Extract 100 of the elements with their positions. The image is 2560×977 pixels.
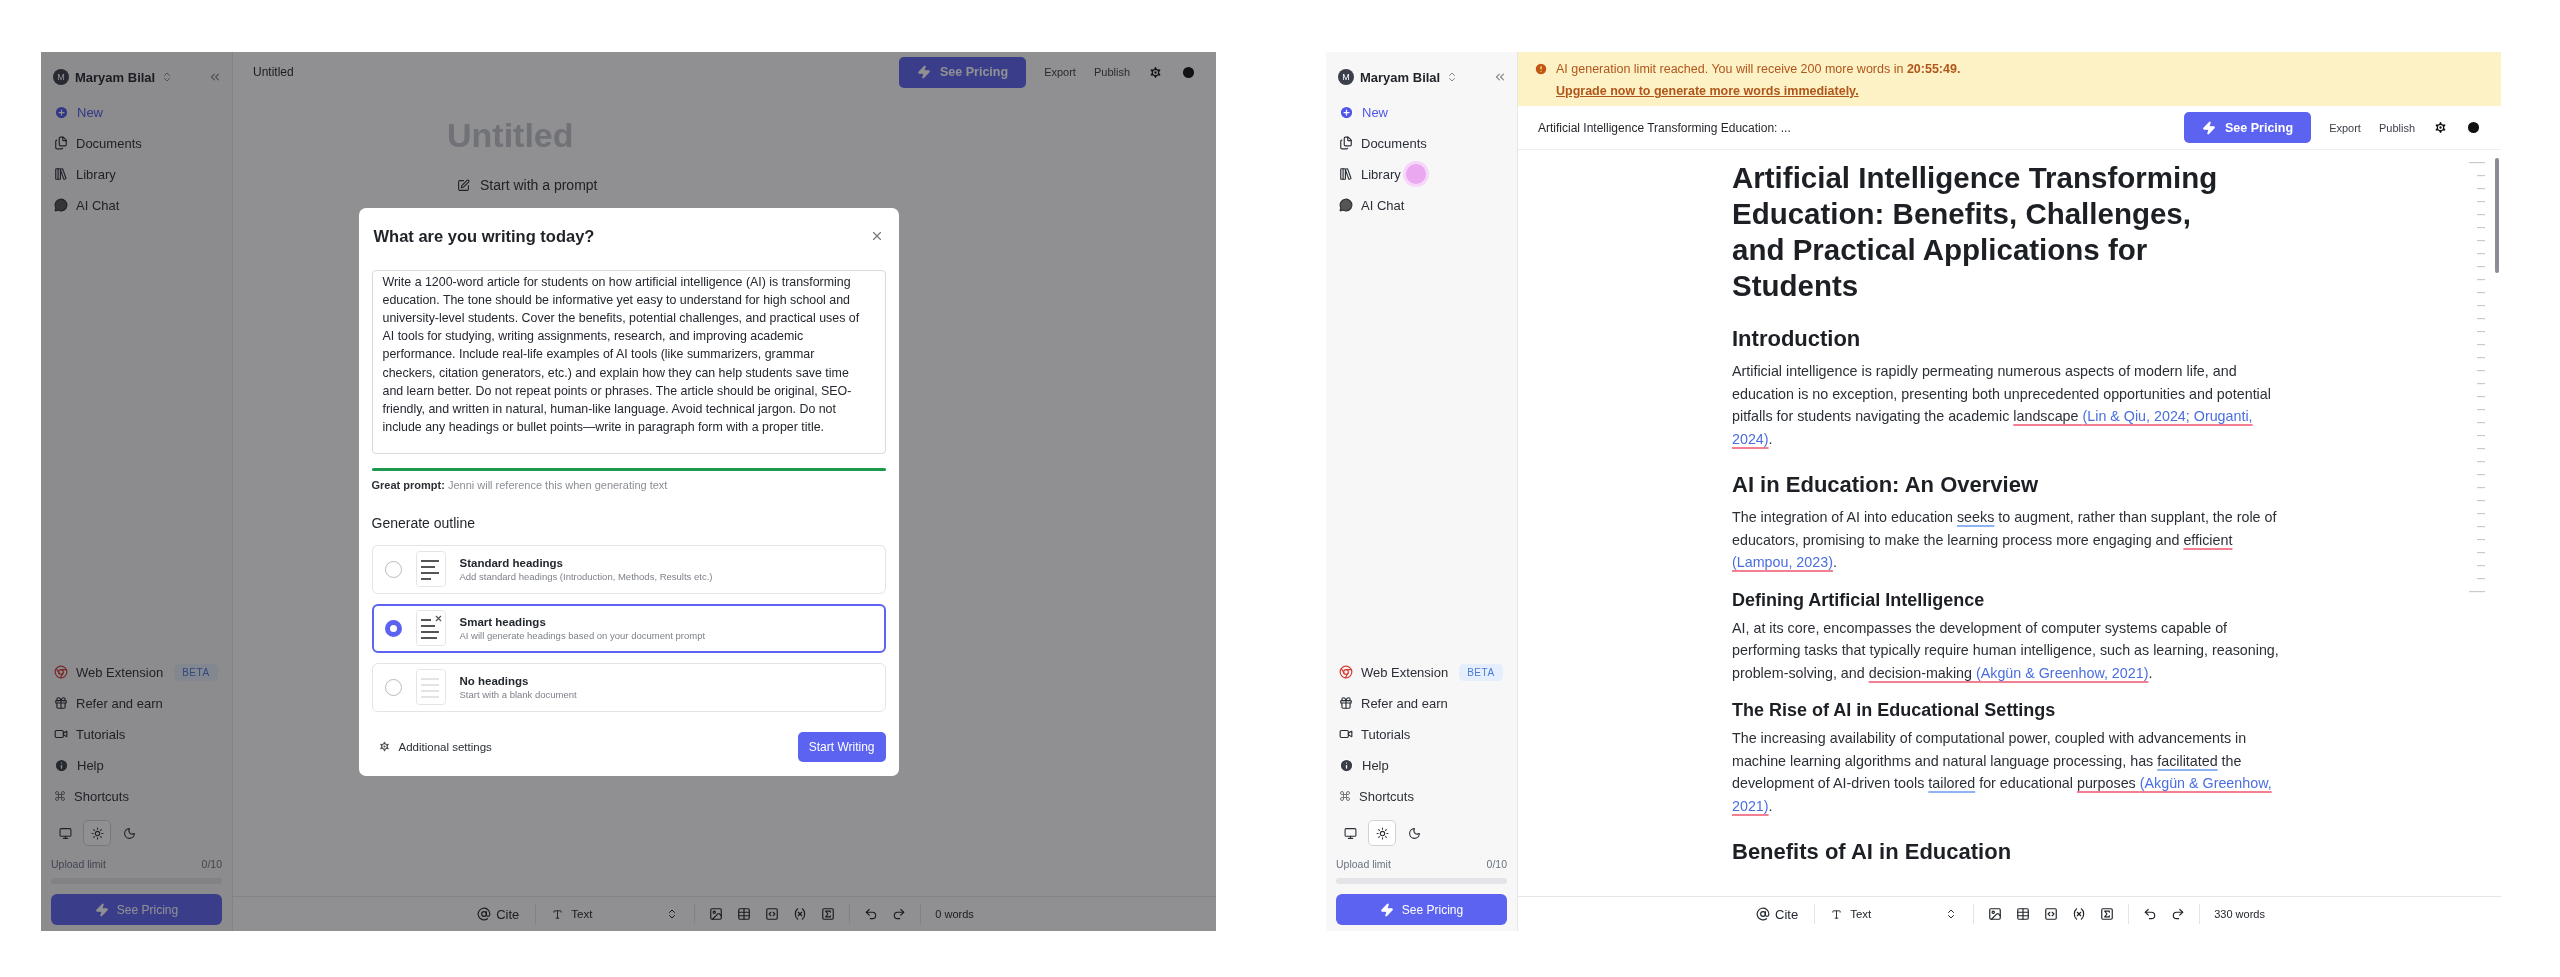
table-icon[interactable] (2016, 907, 2031, 921)
documents-icon (1339, 136, 1353, 150)
upload-count: 0/10 (1486, 858, 1507, 870)
text-type-icon (552, 908, 564, 920)
sidebar-item[interactable]: Refer and earn (1336, 689, 1451, 717)
moon-icon (1407, 826, 1421, 840)
image-icon[interactable] (709, 907, 724, 921)
sidebar-item[interactable]: Documents (51, 129, 145, 157)
info-icon (54, 757, 69, 773)
documents-icon (54, 136, 68, 150)
sidebar-item[interactable]: AI Chat (1336, 191, 1408, 219)
word-count: 330 words (2214, 908, 2265, 920)
header-link[interactable]: Publish (1093, 66, 1130, 78)
sidebar-item[interactable]: New (51, 98, 106, 126)
sidebar-item[interactable]: Help (51, 751, 107, 779)
see-pricing-button[interactable]: See Pricing (1336, 894, 1507, 925)
theme-button[interactable] (1368, 820, 1396, 846)
lightning-icon (917, 65, 932, 79)
banner-message: AI generation limit reached. You will receive 200 more words in 20:55:49. (1556, 62, 1961, 76)
user-name[interactable]: Maryam Bilal (1360, 69, 1441, 85)
sigma-icon[interactable] (2100, 907, 2115, 921)
settings-icon (377, 740, 391, 753)
cite-button[interactable]: Cite (1754, 904, 1801, 924)
undo-icon[interactable] (2143, 907, 2158, 921)
settings-icon[interactable] (2433, 120, 2448, 135)
clock-icon[interactable] (2466, 120, 2481, 135)
see-pricing-button[interactable]: See Pricing (899, 56, 1027, 88)
radio-button[interactable] (384, 560, 402, 578)
plus-circle-icon (54, 104, 69, 120)
redo-icon[interactable] (2171, 907, 2186, 921)
sidebar-item[interactable]: AI Chat (51, 191, 123, 219)
see-pricing-button[interactable]: See Pricing (51, 894, 222, 925)
paragraph: The integration of AI into education seeks to augment, rather than supplant, the role of educators, promising to make the learning process more engaging and efficient (Lampou, 2023). (1732, 508, 2278, 572)
plus-circle-icon (1339, 104, 1354, 120)
avatar: M (53, 69, 69, 85)
variable-icon[interactable] (2072, 907, 2087, 921)
avatar: M (1338, 69, 1354, 85)
upgrade-link[interactable]: Upgrade now to generate more words immediately. (1556, 84, 1859, 98)
start-prompt-link[interactable]: Start with a prompt (457, 177, 1007, 193)
sidebar-item[interactable]: Shortcuts (1336, 782, 1417, 810)
header-link[interactable]: Export (2329, 121, 2361, 134)
document-heading: Artificial Intelligence Transforming Education: Benefits, Challenges, and Practical Applications for Students (1732, 160, 2219, 304)
subsection-heading: The Rise of AI in Educational Settings (1732, 700, 2057, 721)
start-writing-button[interactable]: Start Writing (797, 731, 886, 762)
section-heading: Benefits of AI in Education (1732, 839, 2013, 865)
outline-option[interactable]: Smart headings AI will generate headings based on your document prompt (371, 603, 886, 653)
sidebar-item[interactable]: Web Extension (51, 658, 167, 686)
beta-badge: BETA (1459, 663, 1503, 681)
chat-bubble-icon (54, 198, 68, 212)
prompt-quality-text: Great prompt: Jenni will reference this when generating text (371, 478, 669, 491)
browser-icon (54, 665, 68, 679)
sidebar-item[interactable]: Tutorials (1336, 720, 1414, 748)
paragraph: The increasing availability of computational power, coupled with advancements in machine learning algorithms and natural language processing, has facilitated the development of AI-driven tools tailored for educational purposes (Akgün & Greenhow, 2021). (1732, 729, 2273, 816)
header-link[interactable]: Publish (2378, 121, 2415, 134)
books-icon (1339, 167, 1353, 181)
table-icon[interactable] (737, 907, 752, 921)
sidebar-item[interactable]: Documents (1336, 129, 1430, 157)
moon-icon (122, 826, 136, 840)
image-icon[interactable] (1988, 907, 2003, 921)
outline-option[interactable]: No headings Start with a blank document (371, 662, 886, 712)
text-style-select[interactable]: Text (1829, 906, 1960, 922)
cite-button[interactable]: Cite (475, 904, 522, 924)
text-style-select[interactable]: Text (550, 906, 681, 922)
additional-settings-link[interactable]: Additional settings (377, 740, 492, 753)
upload-limit-label: Upload limit (1336, 858, 1391, 870)
sidebar-item[interactable]: Web Extension (1336, 658, 1452, 686)
prompt-field[interactable]: Write a 1200-word article for students on how artificial intelligence (AI) is transforming education. The tone should be informative yet easy to understand for high school and university-level students. Cover the benefits, potential challenges, and practical uses of AI tools for studying, writing assignments, research, and improving academic performance. Include real-life examples of AI tools (like summarizers, grammar checkers, citation generators, etc.) and explain how they can help students save time and learn better. Do not repeat points or phrases. The article should be original, SEO-friendly, and written in natural, human-like language. Avoid technical jargon. Do not include any headings or bullet points—write in paragraph form with a proper title. (371, 269, 886, 454)
see-pricing-button[interactable]: See Pricing (2184, 112, 2312, 143)
header-link[interactable]: Export (1044, 66, 1076, 78)
video-camera-icon (54, 727, 68, 741)
scrollbar[interactable] (2495, 158, 2499, 273)
radio-button[interactable] (384, 678, 402, 696)
upload-limit-label: Upload limit (51, 858, 106, 870)
subsection-heading: Defining Artificial Intelligence (1732, 589, 1986, 611)
lightning-icon (94, 902, 109, 917)
sidebar-item[interactable]: Refer and earn (51, 689, 166, 717)
option-title: Standard headings (459, 556, 565, 569)
sidebar-item[interactable]: Library (51, 160, 119, 188)
sigma-icon[interactable] (821, 907, 836, 921)
beta-badge: BETA (174, 663, 218, 681)
sidebar-item[interactable]: Library (1336, 160, 1404, 188)
chat-bubble-icon (1339, 198, 1353, 212)
paragraph: AI, at its core, encompasses the development of computer systems capable of performing tasks that typically require human intelligence, such as learning, reasoning, problem-solving, and decision-making (Akgün & Greenhow, 2021). (1732, 618, 2280, 683)
command-key-icon (1339, 790, 1351, 802)
outline-thumbnail-icon (415, 551, 446, 587)
collapse-sidebar-icon[interactable] (1493, 70, 1507, 84)
upload-count: 0/10 (201, 858, 222, 870)
section-heading: AI in Education: An Overview (1732, 472, 2039, 498)
outline-option[interactable]: Standard headings Add standard headings (Introduction, Methods, Results etc.) (371, 544, 886, 594)
code-icon[interactable] (2044, 907, 2059, 921)
radio-button[interactable] (384, 619, 402, 637)
text-type-icon (1831, 908, 1843, 920)
settings-icon[interactable] (1148, 64, 1163, 80)
sidebar-item[interactable]: New (1336, 98, 1391, 126)
sidebar-item[interactable]: Tutorials (51, 720, 129, 748)
clock-icon[interactable] (1181, 64, 1196, 80)
sidebar-item[interactable]: Shortcuts (51, 782, 132, 810)
sidebar-item[interactable]: Help (1336, 751, 1392, 779)
user-name[interactable]: Maryam Bilal (75, 69, 156, 85)
outline-thumbnail-icon (415, 669, 446, 705)
